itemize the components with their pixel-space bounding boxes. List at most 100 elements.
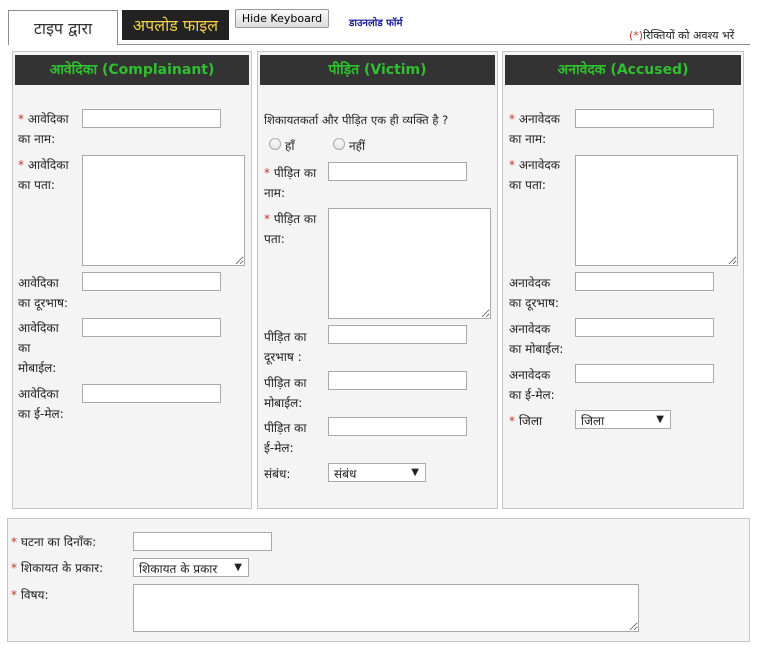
complainant-name-label-line2: का नाम:	[18, 132, 56, 146]
victim-mobile-input[interactable]	[328, 371, 467, 390]
chevron-down-icon: ▼	[656, 414, 664, 425]
accused-email-label-line2: का ई-मेल:	[509, 388, 555, 402]
required-star: *	[11, 561, 17, 575]
accused-email-label: अनावेदक का ई-मेल:	[509, 365, 577, 405]
incident-date-label-text: घटना का दिनाँक:	[20, 535, 97, 549]
complaint-type-selected: शिकायत के प्रकार	[139, 562, 218, 576]
incident-panel: * घटना का दिनाँक: * शिकायत के प्रकार: शि…	[7, 518, 750, 642]
victim-relation-label: संबंध:	[264, 467, 291, 481]
victim-mobile-label-line2: मोबाईल:	[264, 396, 303, 410]
tab-type[interactable]: टाइप द्वारा	[8, 10, 118, 45]
complainant-name-label-line1: आवेदिका	[27, 112, 69, 126]
accused-mobile-label-line2: का मोबाईल:	[509, 342, 564, 356]
accused-email-input[interactable]	[575, 364, 714, 383]
victim-address-label-line1: पीड़ित का	[273, 212, 317, 226]
accused-address-label: * अनावेदक का पता:	[509, 155, 577, 195]
complainant-phone-label-line2: का दूरभाष:	[18, 296, 68, 310]
required-star: (*)	[629, 29, 644, 42]
accused-mobile-label: अनावेदक का मोबाईल:	[509, 319, 577, 359]
incident-date-input[interactable]	[133, 532, 272, 551]
accused-address-textarea[interactable]	[575, 155, 738, 266]
complainant-mobile-label-line2: का	[18, 341, 31, 355]
required-star: *	[509, 414, 515, 428]
victim-address-label-line2: पता:	[264, 232, 285, 246]
complainant-email-label-line1: आवेदिका	[18, 387, 59, 401]
complainant-phone-label: आवेदिका का दूरभाष:	[18, 273, 84, 313]
victim-mobile-label-line1: पीड़ित का	[264, 376, 307, 390]
complainant-name-input[interactable]	[82, 109, 221, 128]
complainant-mobile-label-line3: मोबाईल:	[18, 361, 57, 375]
accused-mobile-label-line1: अनावेदक	[509, 322, 551, 336]
accused-phone-label: अनावेदक का दूरभाष:	[509, 273, 577, 313]
accused-address-label-line2: का पता:	[509, 178, 546, 192]
victim-phone-input[interactable]	[328, 325, 467, 344]
accused-address-label-line1: अनावेदक	[518, 158, 561, 172]
accused-district-select[interactable]: जिला ▼	[575, 410, 671, 429]
victim-email-input[interactable]	[328, 417, 467, 436]
complainant-address-label-line2: का पता:	[18, 178, 55, 192]
complaint-type-label-text: शिकायत के प्रकार:	[20, 561, 104, 575]
accused-district-label-text: जिला	[518, 414, 543, 428]
accused-panel-title: अनावेदक (Accused)	[505, 55, 741, 85]
accused-phone-input[interactable]	[575, 272, 714, 291]
complainant-mobile-label-line1: आवेदिका	[18, 321, 59, 335]
tab-upload-file[interactable]: अपलोड फाइल	[122, 10, 229, 40]
accused-district-label: * जिला	[509, 411, 542, 431]
download-form-link[interactable]: डाउनलोड फॉर्म	[349, 15, 402, 29]
required-star: *	[11, 535, 17, 549]
accused-email-label-line1: अनावेदक	[509, 368, 551, 382]
incident-date-label: * घटना का दिनाँक:	[11, 532, 96, 552]
victim-name-input[interactable]	[328, 162, 467, 181]
accused-phone-label-line1: अनावेदक	[509, 276, 551, 290]
accused-name-input[interactable]	[575, 109, 714, 128]
subject-label: * विषय:	[11, 585, 49, 605]
complainant-phone-input[interactable]	[82, 272, 221, 291]
complainant-panel: आवेदिका (Complainant) * आवेदिका का नाम: *…	[12, 51, 252, 509]
victim-email-label: पीड़ित का ई-मेल:	[264, 418, 330, 458]
accused-name-label-line2: का नाम:	[509, 132, 547, 146]
accused-panel: अनावेदक (Accused) * अनावेदक का नाम: * अना…	[502, 51, 744, 509]
complainant-mobile-input[interactable]	[82, 318, 221, 337]
accused-name-label: * अनावेदक का नाम:	[509, 109, 577, 149]
required-fields-note: (*)रिक्तियों को अवश्य भरें	[629, 28, 734, 43]
complaint-type-select[interactable]: शिकायत के प्रकार ▼	[133, 558, 249, 577]
complainant-address-label-line1: आवेदिका	[27, 158, 69, 172]
accused-district-selected: जिला	[581, 414, 605, 428]
victim-address-textarea[interactable]	[328, 208, 491, 319]
required-star: *	[264, 212, 270, 226]
complainant-email-label-line2: का ई-मेल:	[18, 407, 64, 421]
complainant-mobile-label: आवेदिका का मोबाईल:	[18, 318, 84, 378]
chevron-down-icon: ▼	[234, 562, 242, 573]
subject-label-text: विषय:	[20, 588, 49, 602]
victim-address-label: * पीड़ित का पता:	[264, 209, 330, 249]
required-note-text: रिक्तियों को अवश्य भरें	[643, 29, 735, 42]
subject-textarea[interactable]	[133, 584, 639, 632]
complainant-email-input[interactable]	[82, 384, 221, 403]
same-person-yes-radio[interactable]	[269, 138, 281, 150]
complainant-name-label: * आवेदिका का नाम:	[18, 109, 84, 149]
complainant-panel-title: आवेदिका (Complainant)	[15, 55, 249, 85]
accused-name-label-line1: अनावेदक	[518, 112, 561, 126]
complainant-address-textarea[interactable]	[82, 155, 245, 266]
victim-mobile-label: पीड़ित का मोबाईल:	[264, 373, 330, 413]
same-person-yes-label: हाँ	[285, 139, 295, 153]
victim-name-label: * पीड़ित का नाम:	[264, 163, 330, 203]
hide-keyboard-button[interactable]: Hide Keyboard	[235, 9, 329, 28]
accused-mobile-input[interactable]	[575, 318, 714, 337]
victim-phone-label-line2: दूरभाष :	[264, 350, 302, 364]
required-star: *	[509, 112, 515, 126]
victim-relation-selected: संबंध	[334, 467, 357, 481]
victim-panel-title: पीड़ित (Victim)	[260, 55, 495, 85]
required-star: *	[509, 158, 515, 172]
complaint-type-label: * शिकायत के प्रकार:	[11, 558, 103, 578]
chevron-down-icon: ▼	[411, 467, 419, 478]
victim-phone-label: पीड़ित का दूरभाष :	[264, 327, 330, 367]
same-person-question: शिकायतकर्ता और पीड़ित एक ही व्यक्ति है ?	[264, 113, 449, 127]
victim-relation-select[interactable]: संबंध ▼	[328, 463, 426, 482]
same-person-no-radio[interactable]	[333, 138, 345, 150]
required-star: *	[264, 166, 270, 180]
same-person-no-label: नहीं	[349, 139, 366, 153]
required-star: *	[18, 112, 24, 126]
victim-phone-label-line1: पीड़ित का	[264, 330, 307, 344]
complainant-phone-label-line1: आवेदिका	[18, 276, 59, 290]
